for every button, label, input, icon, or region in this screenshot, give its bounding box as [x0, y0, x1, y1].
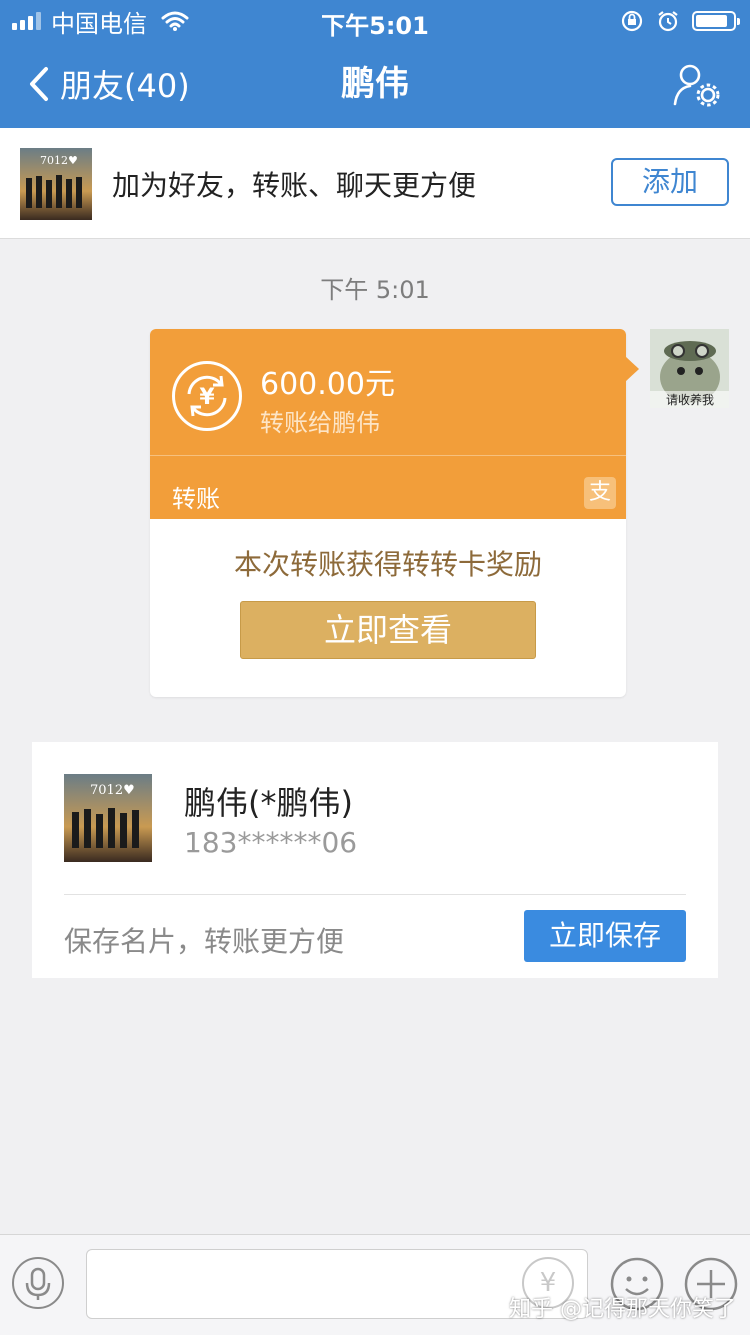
- alarm-icon: [658, 11, 678, 32]
- contact-avatar-caption: 7012♥: [90, 783, 135, 798]
- transfer-card[interactable]: ¥ 600.00元 转账给鹏伟 转账 支 本次转账获得转转卡奖励 立即查看: [150, 329, 626, 697]
- add-friend-button[interactable]: 添加: [611, 158, 729, 206]
- sender-avatar-caption: 请收养我: [666, 392, 714, 407]
- contact-name: 鹏伟(*鹏伟): [184, 784, 353, 822]
- contact-card: 7012♥ 鹏伟(*鹏伟) 183******06 保存名片，转账更方便 立即保…: [32, 742, 718, 978]
- voice-button[interactable]: [12, 1257, 64, 1309]
- microphone-icon: [25, 1267, 51, 1300]
- profile-settings-icon[interactable]: [672, 62, 722, 108]
- sender-avatar[interactable]: 请收养我: [650, 329, 729, 408]
- add-friend-text: 加为好友，转账、聊天更方便: [112, 169, 477, 202]
- card-divider: [150, 455, 626, 456]
- contact-avatar: 7012♥: [64, 774, 152, 862]
- transfer-coin-icon: ¥: [172, 361, 242, 431]
- reward-text: 本次转账获得转转卡奖励: [233, 548, 542, 581]
- view-now-button[interactable]: 立即查看: [240, 601, 536, 659]
- coin-symbol: ¥: [199, 385, 215, 410]
- friend-avatar: 7012♥: [20, 148, 92, 220]
- contact-divider: [64, 894, 686, 895]
- save-card-hint: 保存名片，转账更方便: [64, 925, 345, 958]
- transfer-card-header[interactable]: ¥ 600.00元 转账给鹏伟 转账 支: [150, 329, 626, 519]
- add-friend-banner: 7012♥ 加为好友，转账、聊天更方便 添加: [0, 128, 750, 239]
- avatar-caption: 7012♥: [40, 154, 78, 167]
- transfer-recipient: 转账给鹏伟: [260, 409, 380, 437]
- input-bar: ¥ 知乎 @记得那天你笑了: [0, 1234, 750, 1335]
- chat-timestamp: 下午 5:01: [320, 276, 430, 304]
- nav-header: 中国电信 下午5:01 朋友(40) 鹏伟: [0, 0, 750, 128]
- watermark-text: 知乎 @记得那天你笑了: [509, 1297, 736, 1322]
- alipay-icon: 支: [584, 477, 616, 509]
- bubble-arrow: [625, 356, 639, 382]
- contact-phone: 183******06: [184, 826, 358, 859]
- page-title: 鹏伟: [341, 64, 409, 104]
- status-right: [620, 6, 740, 36]
- transfer-type-label: 转账: [172, 485, 220, 513]
- save-now-button[interactable]: 立即保存: [524, 910, 686, 962]
- transfer-amount: 600.00元: [260, 367, 395, 402]
- battery-icon: [692, 11, 740, 31]
- rotation-lock-icon: [621, 10, 643, 32]
